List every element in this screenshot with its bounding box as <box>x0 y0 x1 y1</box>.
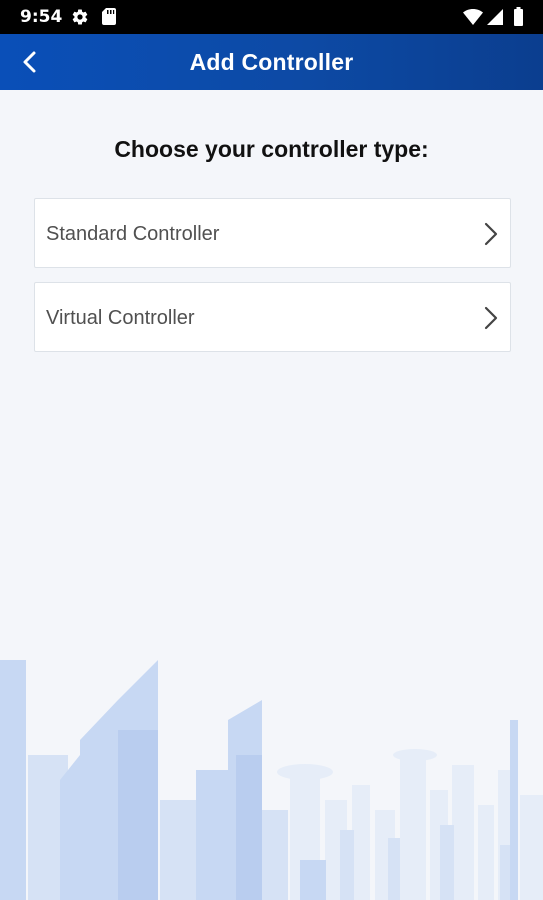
battery-icon <box>514 7 523 26</box>
status-time: 9:54 <box>20 7 63 27</box>
wifi-icon <box>463 9 483 25</box>
signal-icon <box>487 9 503 25</box>
main-content: Choose your controller type: Standard Co… <box>0 90 543 900</box>
status-bar: 9:54 <box>0 0 543 34</box>
chevron-right-icon <box>484 306 498 330</box>
section-heading: Choose your controller type: <box>114 136 429 162</box>
app-bar: Add Controller <box>0 34 543 90</box>
standard-controller-option[interactable]: Standard Controller <box>34 198 511 268</box>
option-label: Virtual Controller <box>46 307 195 329</box>
city-skyline-illustration <box>0 660 543 900</box>
sd-card-icon <box>102 8 116 25</box>
option-label: Standard Controller <box>46 223 220 245</box>
chevron-right-icon <box>484 222 498 246</box>
gear-icon <box>72 9 88 25</box>
virtual-controller-option[interactable]: Virtual Controller <box>34 282 511 352</box>
page-title: Add Controller <box>189 49 354 75</box>
